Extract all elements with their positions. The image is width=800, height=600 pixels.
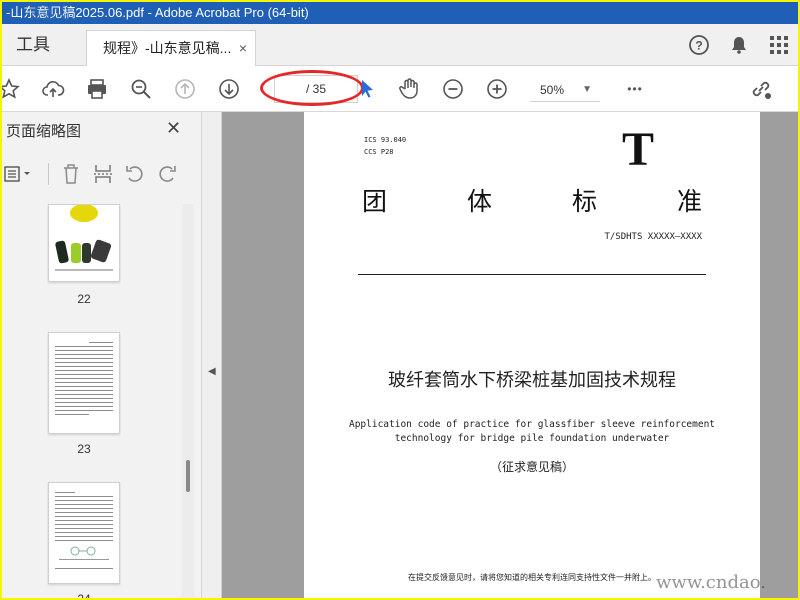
- previous-page-icon[interactable]: [172, 76, 198, 102]
- heading-char: 准: [676, 187, 702, 216]
- heading-char: 团: [362, 187, 388, 216]
- print-icon[interactable]: [84, 76, 110, 102]
- help-icon[interactable]: ?: [688, 34, 710, 56]
- cloud-upload-icon[interactable]: [40, 76, 66, 102]
- bell-icon[interactable]: [728, 34, 750, 56]
- rotate-clockwise-icon[interactable]: [153, 161, 181, 187]
- star-icon[interactable]: [2, 76, 22, 102]
- chevron-down-icon: ▼: [582, 84, 592, 95]
- rotate-counterclockwise-icon[interactable]: [121, 161, 149, 187]
- draft-label: （征求意见稿）: [489, 460, 574, 474]
- panel-title: 页面缩略图: [6, 123, 82, 140]
- heading-char: 标: [571, 187, 597, 216]
- standard-logo: T: [622, 123, 655, 176]
- standard-number: T/SDHTS XXXXX—XXXX: [604, 232, 702, 242]
- tab-tools[interactable]: 工具: [2, 24, 82, 66]
- next-page-icon[interactable]: [216, 76, 242, 102]
- delete-page-icon[interactable]: [57, 161, 85, 187]
- watermark-left: 看撇网: [28, 7, 70, 23]
- tab-document[interactable]: 规程》-山东意见稿... ×: [86, 30, 256, 66]
- main-toolbar: / 35 50% ▼ •••: [2, 66, 798, 112]
- document-title-en: Application code of practice for glassfi…: [304, 418, 760, 446]
- insert-page-icon[interactable]: [89, 161, 117, 187]
- thumbnails-panel: 页面缩略图 ✕ 22 23 24: [2, 112, 202, 600]
- annotation-ellipse: [260, 70, 364, 106]
- more-tools-icon[interactable]: •••: [622, 76, 648, 102]
- apps-grid-icon[interactable]: [768, 34, 790, 56]
- scrollbar-thumb[interactable]: [186, 460, 190, 492]
- panel-collapse-handle[interactable]: ◀: [202, 112, 222, 598]
- panel-close-icon[interactable]: ✕: [166, 118, 181, 139]
- tab-close-icon[interactable]: ×: [239, 31, 247, 65]
- thumbnail-label: 24: [77, 592, 91, 600]
- standard-type-heading: 团 体 标 准: [362, 182, 702, 218]
- heading-char: 体: [466, 187, 492, 216]
- thumbnail-label: 22: [77, 292, 91, 306]
- panel-toolbar: [2, 158, 202, 190]
- title-en-line-2: technology for bridge pile foundation un…: [394, 433, 670, 444]
- zoom-value: 50%: [540, 83, 565, 97]
- title-en-line-1: Application code of practice for glassfi…: [348, 419, 716, 430]
- collapse-arrow-icon: ◀: [208, 366, 216, 377]
- zoom-out-icon[interactable]: [440, 76, 466, 102]
- document-title-cn: 玻纤套筒水下桥梁桩基加固技术规程: [388, 370, 676, 391]
- zoom-dropdown[interactable]: 50% ▼: [530, 78, 600, 102]
- watermark-right: www.cndao.: [656, 572, 766, 593]
- thumbnail-page-22[interactable]: [48, 204, 120, 282]
- tab-bar: 工具 规程》-山东意见稿... × ?: [2, 24, 798, 66]
- zoom-in-icon[interactable]: [484, 76, 510, 102]
- panel-divider: [48, 163, 49, 185]
- thumbnail-page-23[interactable]: [48, 332, 120, 434]
- thumbnail-options-icon[interactable]: [2, 161, 36, 187]
- select-cursor-icon[interactable]: [354, 76, 380, 102]
- classification-codes: ICS 93.040 CCS P28: [364, 134, 406, 158]
- pdf-page: ICS 93.040 CCS P28 T 团 体 标 准 T/SDHTS XXX…: [304, 112, 760, 598]
- acrobat-window: -山东意见稿2025.06.pdf - Adobe Acrobat Pro (6…: [0, 0, 800, 600]
- window-titlebar: -山东意见稿2025.06.pdf - Adobe Acrobat Pro (6…: [2, 2, 798, 24]
- ccs-code: CCS P28: [364, 148, 394, 156]
- ics-code: ICS 93.040: [364, 136, 407, 144]
- thumbnail-label: 23: [77, 442, 91, 456]
- document-view: ICS 93.040 CCS P28 T 团 体 标 准 T/SDHTS XXX…: [222, 112, 798, 598]
- header-rule: [358, 274, 706, 275]
- thumbnail-list: 22 23 24: [2, 204, 182, 600]
- tab-document-label: 规程》-山东意见稿...: [103, 40, 232, 56]
- hand-tool-icon[interactable]: [396, 76, 422, 102]
- header-right-icons: ?: [688, 24, 790, 66]
- share-link-icon[interactable]: [748, 76, 774, 102]
- svg-text:?: ?: [695, 39, 702, 53]
- thumbnail-page-24[interactable]: [48, 482, 120, 584]
- thumbnail-scrollbar[interactable]: [182, 204, 194, 598]
- zoom-search-icon[interactable]: [128, 76, 154, 102]
